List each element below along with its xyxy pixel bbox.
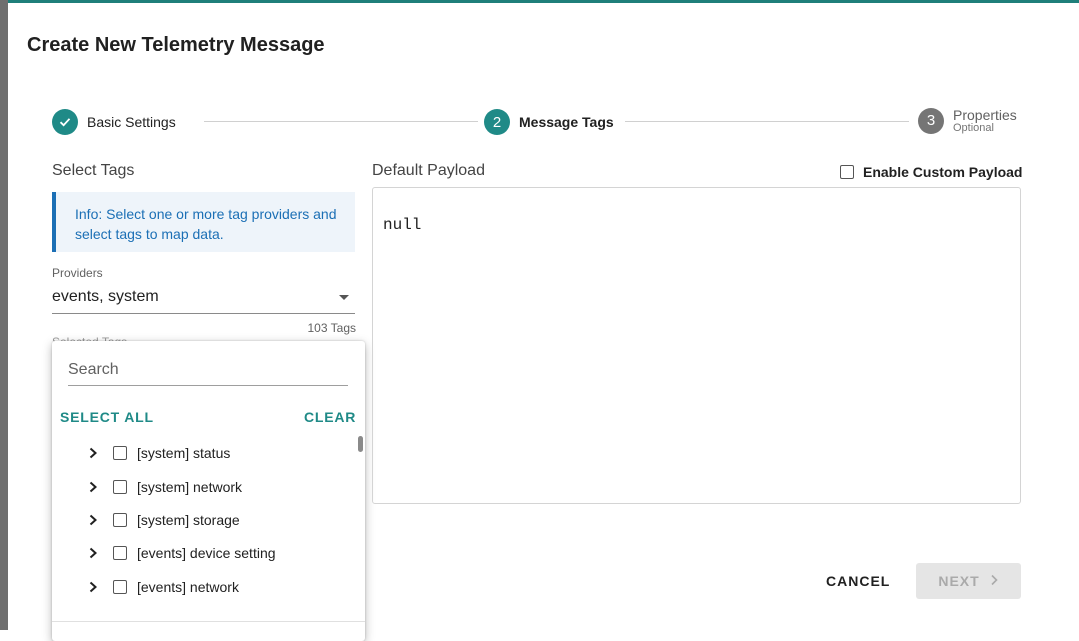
providers-select[interactable]: events, system — [52, 288, 159, 306]
clear-button[interactable]: CLEAR — [304, 409, 356, 425]
select-all-button[interactable]: SELECT ALL — [60, 409, 154, 425]
step-label: Basic Settings — [87, 114, 176, 130]
tree-item[interactable]: [system] network — [88, 475, 242, 499]
dropdown-divider — [52, 621, 365, 622]
tag-count: 103 Tags — [307, 321, 357, 335]
check-icon — [52, 109, 78, 135]
tree-item-label: [system] status — [137, 445, 231, 461]
tree-item[interactable]: [events] device setting — [88, 541, 276, 565]
next-button[interactable]: NEXT — [916, 563, 1021, 599]
tree-item-label: [events] device setting — [137, 545, 276, 561]
step-basic-settings[interactable]: Basic Settings — [52, 109, 176, 135]
step-number-badge: 2 — [484, 109, 510, 135]
step-properties[interactable]: 3 Properties Optional — [918, 107, 1017, 134]
chevron-right-icon[interactable] — [88, 547, 102, 559]
tree-item-label: [events] network — [137, 579, 239, 595]
chevron-right-icon[interactable] — [88, 447, 102, 459]
step-optional-label: Optional — [953, 122, 994, 134]
providers-label: Providers — [52, 266, 103, 280]
chevron-right-icon[interactable] — [88, 481, 102, 493]
chevron-right-icon[interactable] — [88, 514, 102, 526]
step-connector — [204, 121, 478, 122]
tree-item-label: [system] network — [137, 479, 243, 495]
providers-underline — [52, 313, 355, 314]
tree-item[interactable]: [system] status — [88, 441, 230, 465]
tree-item[interactable]: [events] network — [88, 575, 239, 599]
custom-payload-label: Enable Custom Payload — [863, 164, 1023, 180]
step-label: Properties — [953, 107, 1017, 123]
tag-search-input[interactable] — [68, 357, 348, 386]
custom-payload-checkbox[interactable] — [840, 165, 854, 179]
step-message-tags[interactable]: 2 Message Tags — [484, 109, 614, 135]
tree-item[interactable]: [system] storage — [88, 508, 240, 532]
dropdown-scrollbar[interactable] — [358, 436, 363, 452]
chevron-right-icon — [990, 573, 999, 589]
payload-text: null — [383, 216, 422, 234]
step-connector — [625, 121, 909, 122]
background-window-edge — [0, 0, 8, 630]
tag-checkbox[interactable] — [113, 546, 127, 560]
tag-checkbox[interactable] — [113, 513, 127, 527]
dropdown-arrow-icon[interactable] — [339, 295, 349, 300]
info-box: Info: Select one or more tag providers a… — [52, 192, 355, 252]
next-button-label: NEXT — [938, 573, 980, 589]
tag-checkbox[interactable] — [113, 580, 127, 594]
tag-checkbox[interactable] — [113, 480, 127, 494]
cancel-button[interactable]: CANCEL — [826, 573, 890, 589]
tags-dropdown: SELECT ALL CLEAR [system] status [system… — [52, 341, 365, 641]
payload-editor[interactable]: null — [372, 187, 1021, 504]
default-payload-heading: Default Payload — [372, 162, 485, 179]
info-text: Info: Select one or more tag providers a… — [75, 206, 337, 242]
step-number-badge: 3 — [918, 107, 944, 134]
chevron-right-icon[interactable] — [88, 581, 102, 593]
tree-item-label: [system] storage — [137, 512, 240, 528]
step-label: Message Tags — [519, 114, 614, 130]
dialog-title: Create New Telemetry Message — [27, 34, 325, 56]
select-tags-heading: Select Tags — [52, 162, 135, 179]
tag-checkbox[interactable] — [113, 446, 127, 460]
enable-custom-payload-toggle[interactable]: Enable Custom Payload — [840, 164, 1022, 180]
